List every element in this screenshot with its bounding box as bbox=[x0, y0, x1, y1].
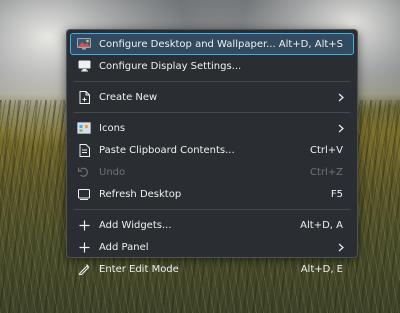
menu-item-shortcut: Ctrl+V bbox=[309, 144, 343, 156]
desktop-wallpaper-icon bbox=[77, 37, 91, 51]
desktop-context-menu: Configure Desktop and Wallpaper... Alt+D… bbox=[66, 29, 358, 275]
menu-item-shortcut: F5 bbox=[330, 188, 343, 200]
refresh-icon bbox=[77, 187, 91, 201]
menu-item-paste[interactable]: Paste Clipboard Contents... Ctrl+V bbox=[70, 139, 354, 161]
edit-icon bbox=[77, 262, 91, 276]
menu-item-label: Icons bbox=[99, 122, 126, 134]
menu-separator bbox=[74, 81, 350, 82]
menu-item-configure-desktop[interactable]: Configure Desktop and Wallpaper... Alt+D… bbox=[70, 33, 354, 55]
menu-item-edit-mode[interactable]: Enter Edit Mode Alt+D, E bbox=[70, 258, 354, 280]
menu-item-label: Undo bbox=[99, 166, 126, 178]
menu-item-icons[interactable]: Icons bbox=[70, 117, 354, 139]
chevron-right-icon bbox=[337, 243, 345, 252]
display-icon bbox=[77, 59, 91, 73]
menu-item-shortcut: Alt+D, E bbox=[300, 263, 343, 275]
undo-icon bbox=[77, 165, 91, 179]
menu-separator bbox=[74, 112, 350, 113]
menu-item-undo[interactable]: Undo Ctrl+Z bbox=[70, 161, 354, 183]
menu-item-add-widgets[interactable]: Add Widgets... Alt+D, A bbox=[70, 214, 354, 236]
chevron-right-icon bbox=[337, 93, 345, 102]
menu-separator bbox=[74, 209, 350, 210]
menu-item-label: Add Panel bbox=[99, 241, 149, 253]
menu-item-label: Refresh Desktop bbox=[99, 188, 182, 200]
menu-item-configure-display[interactable]: Configure Display Settings... bbox=[70, 55, 354, 77]
menu-item-shortcut: Ctrl+Z bbox=[309, 166, 343, 178]
menu-item-label: Paste Clipboard Contents... bbox=[99, 144, 235, 156]
menu-item-shortcut: Alt+D, A bbox=[300, 219, 343, 231]
menu-item-label: Create New bbox=[99, 91, 158, 103]
menu-item-create-new[interactable]: Create New bbox=[70, 86, 354, 108]
menu-item-refresh[interactable]: Refresh Desktop F5 bbox=[70, 183, 354, 205]
menu-item-label: Configure Desktop and Wallpaper... bbox=[99, 38, 276, 50]
new-document-icon bbox=[77, 90, 91, 104]
icons-view-icon bbox=[77, 121, 91, 135]
plus-icon bbox=[77, 218, 91, 232]
plus-icon bbox=[77, 240, 91, 254]
menu-item-add-panel[interactable]: Add Panel bbox=[70, 236, 354, 258]
menu-item-label: Configure Display Settings... bbox=[99, 60, 242, 72]
menu-item-label: Add Widgets... bbox=[99, 219, 172, 231]
menu-item-label: Enter Edit Mode bbox=[99, 263, 179, 275]
paste-icon bbox=[77, 143, 91, 157]
chevron-right-icon bbox=[337, 124, 345, 133]
menu-item-shortcut: Alt+D, Alt+S bbox=[278, 38, 343, 50]
